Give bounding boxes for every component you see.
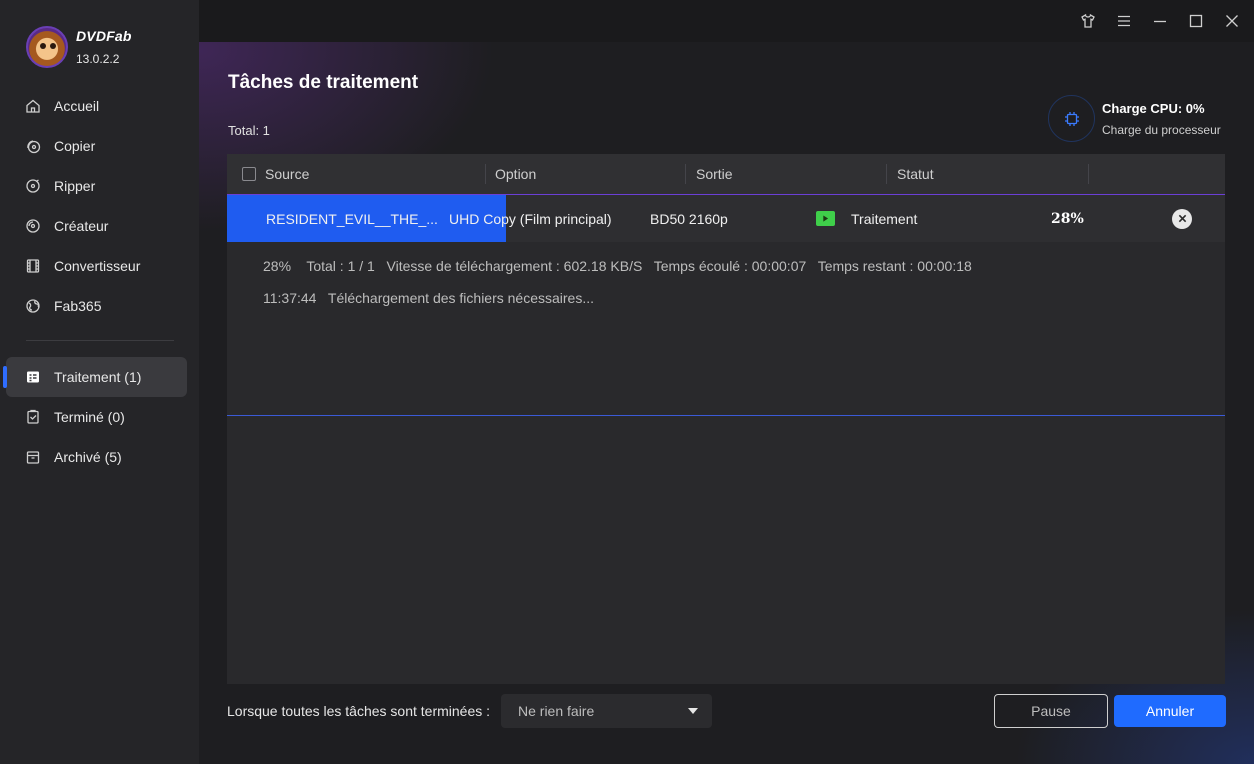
task-status: Traitement [816, 195, 917, 242]
cancel-button[interactable]: Annuler [1114, 695, 1226, 727]
maximize-icon[interactable] [1186, 11, 1206, 31]
sidebar-item-ripper[interactable]: Ripper [0, 166, 199, 206]
cpu-load-value: Charge CPU: 0% [1102, 100, 1205, 116]
header-output: Sortie [696, 166, 733, 182]
sidebar-nav: Accueil Copier Ripper Créateur Convertis… [0, 86, 199, 477]
sidebar-item-label: Accueil [54, 98, 100, 114]
close-icon[interactable] [1222, 11, 1242, 31]
task-item: RESIDENT_EVIL__THE_... UHD Copy (Film pr… [227, 194, 1225, 416]
task-total: Total: 1 [228, 123, 270, 138]
sidebar-item-fab365[interactable]: Fab365 [0, 286, 199, 326]
select-all-checkbox[interactable] [242, 167, 256, 181]
main-area: Tâches de traitement Total: 1 Charge CPU… [199, 0, 1254, 764]
when-done-select[interactable]: Ne rien faire [501, 694, 712, 728]
finished-icon [25, 409, 41, 425]
sidebar-item-archive[interactable]: Archivé (5) [0, 437, 199, 477]
sidebar-item-label: Terminé (0) [54, 409, 125, 425]
sidebar-item-accueil[interactable]: Accueil [0, 86, 199, 126]
header-option: Option [495, 166, 537, 182]
sidebar-item-convertisseur[interactable]: Convertisseur [0, 246, 199, 286]
converter-icon [25, 258, 41, 274]
chevron-down-icon [688, 708, 698, 714]
archive-icon [25, 449, 41, 465]
when-done-label: Lorsque toutes les tâches sont terminées… [227, 703, 491, 719]
task-table: Source Option Sortie Statut RESIDENT_EVI… [227, 154, 1225, 684]
sidebar-item-label: Copier [54, 138, 96, 154]
shirt-icon[interactable] [1078, 11, 1098, 31]
cpu-load-label: Charge du processeur [1102, 122, 1221, 137]
pause-button[interactable]: Pause [994, 694, 1108, 728]
sidebar: DVDFab 13.0.2.2 Accueil Copier Ripper Cr… [0, 0, 199, 764]
task-status-label: Traitement [851, 210, 918, 227]
task-log-line: 11:37:44 Téléchargement des fichiers néc… [263, 290, 595, 306]
sidebar-item-label: Archivé (5) [54, 449, 122, 465]
monkey-logo-icon [26, 26, 68, 68]
task-output: BD50 2160p [650, 210, 728, 227]
table-header: Source Option Sortie Statut [227, 154, 1225, 194]
creator-icon [25, 218, 41, 234]
processing-icon [25, 369, 41, 385]
task-percent: 28% [1051, 210, 1084, 227]
copy-icon [25, 138, 41, 154]
brand-name: DVDFab [76, 28, 132, 44]
sidebar-item-label: Ripper [54, 178, 96, 194]
task-progress-details: 28% Total : 1 / 1 Vitesse de téléchargem… [263, 258, 972, 274]
remove-task-button[interactable] [1172, 208, 1192, 229]
sidebar-item-createur[interactable]: Créateur [0, 206, 199, 246]
brand-version: 13.0.2.2 [76, 52, 120, 66]
ripper-icon [25, 178, 41, 194]
sidebar-item-label: Convertisseur [54, 258, 141, 274]
task-source: RESIDENT_EVIL__THE_... [266, 210, 438, 227]
sidebar-item-label: Traitement (1) [54, 369, 142, 385]
sidebar-divider [26, 340, 174, 341]
play-icon [816, 211, 835, 226]
when-done-value: Ne rien faire [518, 703, 595, 719]
page-title: Tâches de traitement [228, 72, 419, 93]
minimize-icon[interactable] [1150, 11, 1170, 31]
header-status: Statut [897, 166, 934, 182]
sidebar-item-traitement[interactable]: Traitement (1) [3, 357, 187, 397]
menu-icon[interactable] [1114, 11, 1134, 31]
sidebar-item-label: Créateur [54, 218, 109, 234]
sidebar-item-label: Fab365 [54, 298, 102, 314]
home-icon [25, 98, 41, 114]
brand: DVDFab 13.0.2.2 [26, 26, 132, 68]
title-bar [199, 0, 1254, 42]
table-row[interactable]: RESIDENT_EVIL__THE_... UHD Copy (Film pr… [227, 195, 1225, 242]
cpu-load-widget: Charge CPU: 0% Charge du processeur [1048, 95, 1221, 142]
fab365-icon [25, 298, 41, 314]
header-source: Source [242, 154, 309, 194]
x-icon [1178, 214, 1186, 223]
cpu-ring [1048, 95, 1095, 142]
task-option: UHD Copy (Film principal) [449, 210, 612, 227]
cpu-chip-icon [1064, 111, 1079, 126]
sidebar-item-termine[interactable]: Terminé (0) [0, 397, 199, 437]
sidebar-item-copier[interactable]: Copier [0, 126, 199, 166]
